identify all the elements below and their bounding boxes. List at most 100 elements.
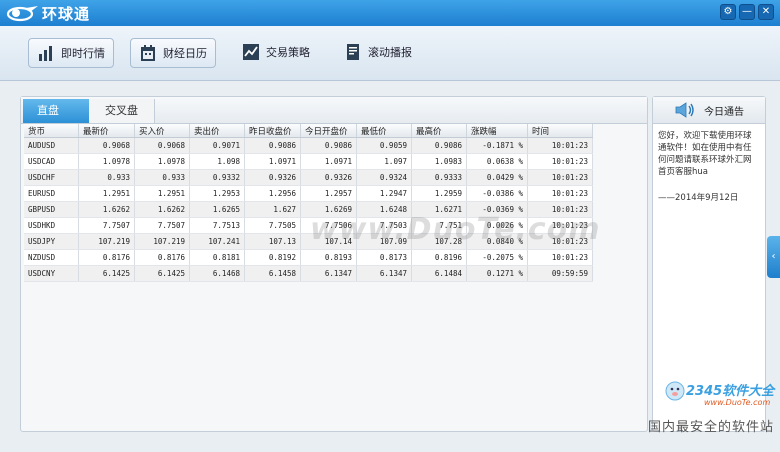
table-cell: 6.1484 xyxy=(411,265,467,282)
table-cell: 0.8176 xyxy=(134,249,190,266)
toolbar-trading-strategy-button[interactable]: 交易策略 xyxy=(234,38,318,66)
table-cell: 1.2951 xyxy=(134,185,190,202)
watermark-site-logo: 2345软件大全 www.DuoTe.com xyxy=(664,380,778,420)
table-cell: 0.933 xyxy=(78,169,135,186)
currency-pair-cell: GBPUSD xyxy=(24,201,79,218)
table-cell: 1.098 xyxy=(189,153,245,170)
table-cell: 0.9324 xyxy=(356,169,412,186)
toolbar-economic-calendar-button[interactable]: 财经日历 xyxy=(130,38,216,68)
watermark-slogan: 国内最安全的软件站 xyxy=(648,420,775,435)
table-cell: 1.0971 xyxy=(300,153,357,170)
column-header[interactable]: 时间 xyxy=(527,124,593,138)
quotes-table: 货币 最新价 买入价 卖出价 昨日收盘价 今日开盘价 最低价 最高价 涨跌幅 时… xyxy=(24,124,593,282)
table-cell: 10:01:23 xyxy=(527,249,593,266)
table-cell: 7.7505 xyxy=(244,217,301,234)
notice-title: 今日通告 xyxy=(704,106,744,118)
notice-header: 今日通告 xyxy=(653,97,765,124)
toolbar-rolling-news-button[interactable]: 滚动播报 xyxy=(336,38,420,66)
column-header[interactable]: 最新价 xyxy=(78,124,135,138)
column-header[interactable]: 最低价 xyxy=(356,124,412,138)
table-row[interactable]: EURUSD 1.2951 1.2951 1.2953 1.2956 1.2957 1.29… xyxy=(24,185,593,202)
side-collapse-handle[interactable]: ‹ xyxy=(767,236,780,278)
table-cell: 0.8193 xyxy=(300,249,357,266)
table-cell: 0.9086 xyxy=(411,137,467,154)
quotes-table-body: AUDUSD 0.9068 0.9068 0.9071 0.9086 0.9086 0.90… xyxy=(24,137,593,282)
column-header[interactable]: 货币 xyxy=(24,124,79,138)
table-cell: -0.1871 % xyxy=(466,137,528,154)
trend-line-icon xyxy=(243,44,259,60)
table-cell: 0.9332 xyxy=(189,169,245,186)
notice-date: ——2014年9月12日 xyxy=(658,193,739,203)
window-controls: ⚙ — ✕ xyxy=(720,4,774,20)
speaker-icon xyxy=(675,102,694,118)
table-cell: 0.8192 xyxy=(244,249,301,266)
table-cell: 0.9071 xyxy=(189,137,245,154)
column-header[interactable]: 卖出价 xyxy=(189,124,245,138)
table-row[interactable]: USDCNY 6.1425 6.1425 6.1468 6.1458 6.1347 6.13… xyxy=(24,265,593,282)
table-cell: 0.1271 % xyxy=(466,265,528,282)
table-cell: 1.2951 xyxy=(78,185,135,202)
tab-cross-rates[interactable]: 交叉盘 xyxy=(89,99,155,123)
table-cell: 1.097 xyxy=(356,153,412,170)
title-bar: 环球通 ⚙ — ✕ xyxy=(0,0,780,26)
quotes-panel: 直盘 交叉盘 货币 最新价 买入价 卖出价 昨日收盘价 今日开盘价 最低价 最高… xyxy=(20,96,648,432)
close-button[interactable]: ✕ xyxy=(758,4,774,20)
column-header[interactable]: 昨日收盘价 xyxy=(244,124,301,138)
table-cell: 1.0971 xyxy=(244,153,301,170)
table-cell: 0.9068 xyxy=(134,137,190,154)
currency-pair-cell: USDHKD xyxy=(24,217,79,234)
minimize-button[interactable]: — xyxy=(739,4,755,20)
table-cell: 0.9333 xyxy=(411,169,467,186)
table-cell: 0.0638 % xyxy=(466,153,528,170)
table-cell: 0.8196 xyxy=(411,249,467,266)
table-cell: 1.2959 xyxy=(411,185,467,202)
table-cell: 0.9059 xyxy=(356,137,412,154)
currency-pair-cell: USDJPY xyxy=(24,233,79,250)
table-cell: 0.9086 xyxy=(244,137,301,154)
notice-text: 您好，欢迎下载使用环球通软件！如在使用中有任何问题请联系环球外汇网首页客服hua xyxy=(658,131,752,177)
table-cell: 0.933 xyxy=(134,169,190,186)
table-row[interactable]: USDCHF 0.933 0.933 0.9332 0.9326 0.9326 0.9324… xyxy=(24,169,593,186)
column-header[interactable]: 最高价 xyxy=(411,124,467,138)
table-cell: 1.2953 xyxy=(189,185,245,202)
table-cell: 1.2957 xyxy=(300,185,357,202)
table-cell: 10:01:23 xyxy=(527,185,593,202)
toolbar-item-label: 即时行情 xyxy=(61,47,105,60)
table-cell: 6.1468 xyxy=(189,265,245,282)
table-cell: 0.9326 xyxy=(300,169,357,186)
table-row[interactable]: USDCAD 1.0978 1.0978 1.098 1.0971 1.0971 1.097… xyxy=(24,153,593,170)
table-cell: 0.9326 xyxy=(244,169,301,186)
toolbar-item-label: 交易策略 xyxy=(266,46,310,59)
currency-pair-cell: AUDUSD xyxy=(24,137,79,154)
table-cell: 10:01:23 xyxy=(527,153,593,170)
toolbar-item-label: 财经日历 xyxy=(163,47,207,60)
table-row[interactable]: NZDUSD 0.8176 0.8176 0.8181 0.8192 0.8193 0.81… xyxy=(24,249,593,266)
column-header[interactable]: 今日开盘价 xyxy=(300,124,357,138)
bar-chart-icon xyxy=(39,46,52,61)
table-cell: 0.0429 % xyxy=(466,169,528,186)
document-icon xyxy=(347,44,359,60)
watermark-site-name: 2345软件大全 xyxy=(686,384,775,399)
main-toolbar: 即时行情 财经日历 交易策略 滚动播报 xyxy=(0,26,780,81)
table-cell: 6.1458 xyxy=(244,265,301,282)
app-logo: 环球通 xyxy=(6,3,90,23)
table-cell: -0.0386 % xyxy=(466,185,528,202)
table-row[interactable]: AUDUSD 0.9068 0.9068 0.9071 0.9086 0.9086 0.90… xyxy=(24,137,593,154)
currency-pair-cell: USDCAD xyxy=(24,153,79,170)
table-cell: 107.219 xyxy=(78,233,135,250)
currency-pair-cell: USDCHF xyxy=(24,169,79,186)
settings-gear-icon[interactable]: ⚙ xyxy=(720,4,736,20)
table-cell: 0.9086 xyxy=(300,137,357,154)
notice-body: 您好，欢迎下载使用环球通软件！如在使用中有任何问题请联系环球外汇网首页客服hua… xyxy=(658,130,758,204)
table-cell: 1.2956 xyxy=(244,185,301,202)
column-header[interactable]: 涨跌幅 xyxy=(466,124,528,138)
table-cell: 1.6262 xyxy=(78,201,135,218)
globe-logo-icon xyxy=(6,6,38,22)
table-cell: 7.7507 xyxy=(134,217,190,234)
table-cell: -0.2075 % xyxy=(466,249,528,266)
tab-direct-rates[interactable]: 直盘 xyxy=(23,99,89,123)
table-cell: 6.1347 xyxy=(300,265,357,282)
toolbar-realtime-quotes-button[interactable]: 即时行情 xyxy=(28,38,114,68)
column-header[interactable]: 买入价 xyxy=(134,124,190,138)
table-cell: 10:01:23 xyxy=(527,137,593,154)
